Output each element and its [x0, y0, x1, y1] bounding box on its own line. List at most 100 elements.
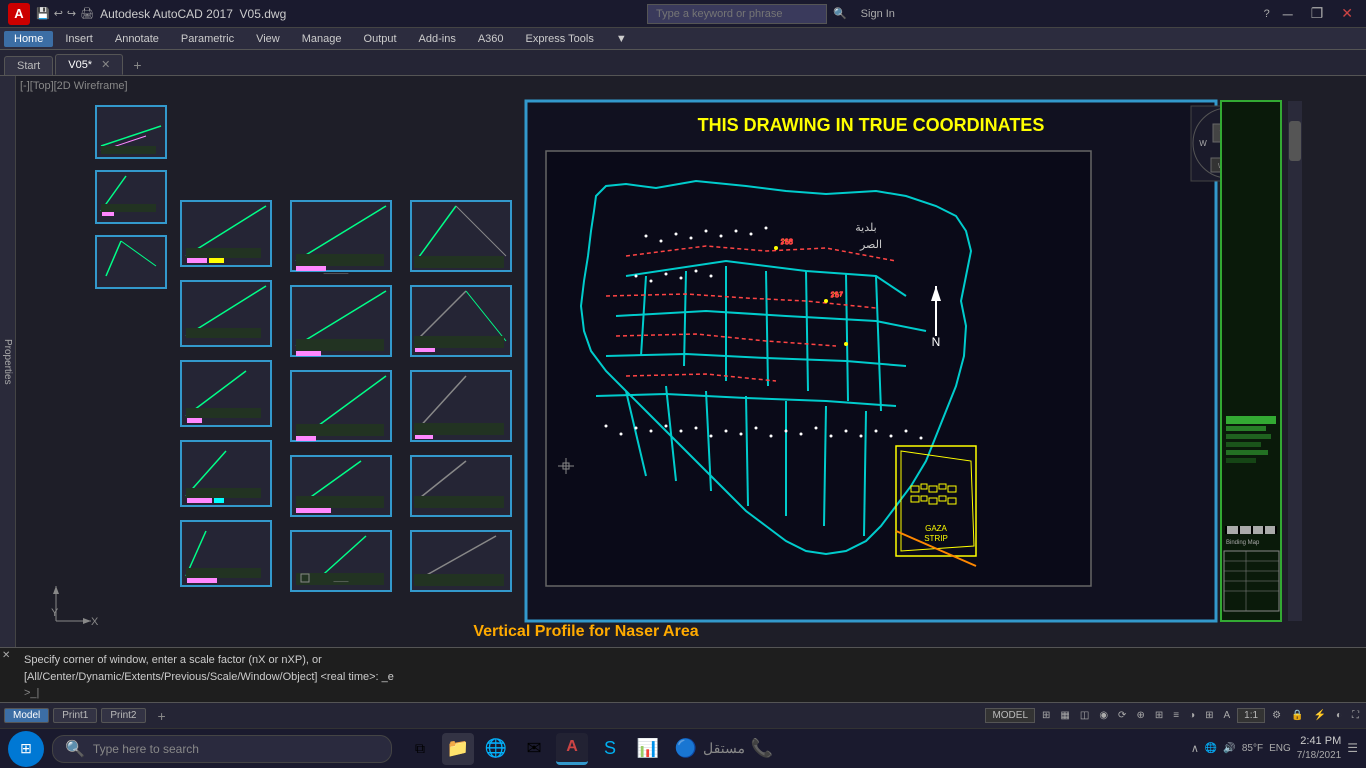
title-bar-left: A 💾 ↩ ↪ 🖨 Autodesk AutoCAD 2017 V05.dwg	[8, 3, 286, 25]
minimize-button[interactable]: ─	[1278, 6, 1298, 22]
lock-ui-icon[interactable]: 🔒	[1288, 710, 1306, 721]
skype-icon[interactable]: S	[594, 733, 626, 765]
taskbar-apps: ⧉ 📁 🌐 ✉ A S 📊 🔵 مستقل 📞	[404, 733, 778, 765]
svg-text:─────: ─────	[323, 271, 349, 278]
quick-access-undo[interactable]: ↩	[54, 7, 63, 20]
svg-text:THIS DRAWING IN TRUE COORDINAT: THIS DRAWING IN TRUE COORDINATES	[698, 115, 1045, 135]
svg-text:287: 287	[831, 292, 843, 299]
search-icon: 🔍	[65, 739, 85, 759]
svg-text:الصر: الصر	[859, 239, 882, 251]
transparency-icon[interactable]: ◑	[1186, 710, 1198, 721]
add-layout-button[interactable]: +	[150, 706, 174, 726]
lineweight-icon[interactable]: ≡	[1170, 710, 1182, 721]
command-close-button[interactable]: ✕	[2, 650, 10, 661]
isolate-icon[interactable]: ◐	[1333, 710, 1345, 721]
ribbon-tab-home[interactable]: Home	[4, 31, 53, 47]
model-indicator: MODEL	[985, 708, 1035, 723]
ribbon-tab-manage[interactable]: Manage	[292, 31, 352, 47]
quick-access-save[interactable]: 💾	[36, 7, 50, 20]
title-search-input[interactable]	[647, 4, 827, 24]
date-display: 7/18/2021	[1297, 749, 1342, 763]
ribbon-tab-more[interactable]: ▼	[606, 31, 637, 47]
svg-text:Vertical Profile for Naser Are: Vertical Profile for Naser Area	[473, 623, 698, 640]
tab-print2[interactable]: Print2	[101, 708, 145, 723]
mail-icon[interactable]: ✉	[518, 733, 550, 765]
edge-browser-icon[interactable]: 🌐	[480, 733, 512, 765]
chevron-icon[interactable]: ∧	[1191, 742, 1199, 755]
ribbon-tab-insert[interactable]: Insert	[55, 31, 103, 47]
svg-text:Binding Map: Binding Map	[1226, 540, 1260, 546]
osnap-icon[interactable]: ⟳	[1115, 710, 1129, 721]
command-prompt: >_|	[24, 687, 39, 699]
selection-icon[interactable]: ⊞	[1202, 710, 1216, 721]
grid-display-icon[interactable]: ▦	[1057, 710, 1072, 721]
ribbon: Home Insert Annotate Parametric View Man…	[0, 28, 1366, 50]
main-area: Properties [-][Top][2D Wireframe]	[0, 76, 1366, 647]
restore-button[interactable]: ❐	[1306, 5, 1329, 22]
temperature-display: 85°F	[1242, 743, 1263, 754]
ribbon-tab-annotate[interactable]: Annotate	[105, 31, 169, 47]
ribbon-tab-addins[interactable]: Add-ins	[409, 31, 466, 47]
polar-icon[interactable]: ◉	[1096, 710, 1111, 721]
file-explorer-icon[interactable]: 📁	[442, 733, 474, 765]
app-logo[interactable]: A	[8, 3, 30, 25]
otrack-icon[interactable]: ⊕	[1133, 710, 1147, 721]
taskbar-system-tray: ∧ 🌐 🔊 85°F ENG 2:41 PM 7/18/2021 ☰	[1191, 734, 1358, 763]
start-button[interactable]: ⊞	[8, 731, 44, 767]
ribbon-tab-express[interactable]: Express Tools	[516, 31, 604, 47]
scale-indicator[interactable]: 1:1	[1237, 708, 1265, 723]
workspace-icon[interactable]: ⚙	[1269, 710, 1284, 721]
tab-close-icon[interactable]: ✕	[101, 59, 110, 71]
search-bar[interactable]: 🔍 Type here to search	[52, 735, 392, 763]
close-button[interactable]: ✕	[1336, 5, 1358, 22]
svg-text:X: X	[91, 616, 99, 628]
ribbon-tab-view[interactable]: View	[246, 31, 290, 47]
autocad-taskbar-icon[interactable]: A	[556, 733, 588, 765]
windows-explorer-icon[interactable]: 📊	[632, 733, 664, 765]
taskbar: ⊞ 🔍 Type here to search ⧉ 📁 🌐 ✉ A S 📊 🔵 …	[0, 728, 1366, 768]
misc-icon[interactable]: 🔵	[670, 733, 702, 765]
language-indicator[interactable]: ENG	[1269, 743, 1291, 754]
ducs-icon[interactable]: ⊞	[1152, 710, 1166, 721]
tab-add-button[interactable]: +	[125, 55, 149, 75]
svg-text:W: W	[1199, 139, 1207, 148]
time-display: 2:41 PM	[1297, 734, 1342, 749]
tab-v05[interactable]: V05* ✕	[55, 54, 123, 75]
ribbon-tab-output[interactable]: Output	[354, 31, 407, 47]
ortho-icon[interactable]: ◫	[1077, 710, 1092, 721]
watermark-logo: مستقل	[708, 733, 740, 765]
quick-access-redo[interactable]: ↪	[67, 7, 76, 20]
properties-sidebar[interactable]: Properties	[0, 76, 16, 647]
canvas-area[interactable]: [-][Top][2D Wireframe]	[16, 76, 1366, 647]
help-icon[interactable]: ?	[1264, 8, 1270, 20]
title-bar-right: ? ─ ❐ ✕	[1264, 5, 1358, 22]
phone-icon[interactable]: 📞	[746, 733, 778, 765]
view-label: [-][Top][2D Wireframe]	[20, 80, 128, 92]
svg-text:STRIP: STRIP	[924, 534, 948, 543]
tab-start[interactable]: Start	[4, 56, 53, 75]
svg-text:N: N	[932, 335, 941, 349]
volume-icon[interactable]: 🔊	[1223, 743, 1235, 754]
sign-in-text[interactable]: Sign In	[853, 8, 903, 20]
annotation-icon[interactable]: A	[1221, 710, 1234, 721]
system-clock[interactable]: 2:41 PM 7/18/2021	[1297, 734, 1342, 763]
grid-snap-icon[interactable]: ⊞	[1039, 710, 1053, 721]
svg-text:───: ───	[333, 579, 349, 586]
tab-print1[interactable]: Print1	[53, 708, 97, 723]
search-icon: 🔍	[833, 7, 847, 20]
tab-model[interactable]: Model	[4, 708, 49, 723]
notification-icon[interactable]: ☰	[1347, 741, 1358, 755]
hardware-accel-icon[interactable]: ⚡	[1311, 710, 1329, 721]
svg-text:GAZA: GAZA	[925, 524, 947, 533]
status-bar: Model Print1 Print2 + MODEL ⊞ ▦ ◫ ◉ ⟳ ⊕ …	[0, 702, 1366, 728]
drawing-canvas[interactable]: ───── ───	[16, 76, 1366, 647]
title-bar: A 💾 ↩ ↪ 🖨 Autodesk AutoCAD 2017 V05.dwg …	[0, 0, 1366, 28]
network-icon[interactable]: 🌐	[1205, 743, 1217, 754]
ribbon-tab-parametric[interactable]: Parametric	[171, 31, 244, 47]
task-view-button[interactable]: ⧉	[404, 733, 436, 765]
search-placeholder-text: Type here to search	[93, 742, 199, 756]
svg-text:Y: Y	[51, 607, 59, 619]
fullscreen-icon[interactable]: ⛶	[1349, 710, 1362, 721]
quick-access-print[interactable]: 🖨	[80, 7, 94, 20]
ribbon-tab-a360[interactable]: A360	[468, 31, 514, 47]
